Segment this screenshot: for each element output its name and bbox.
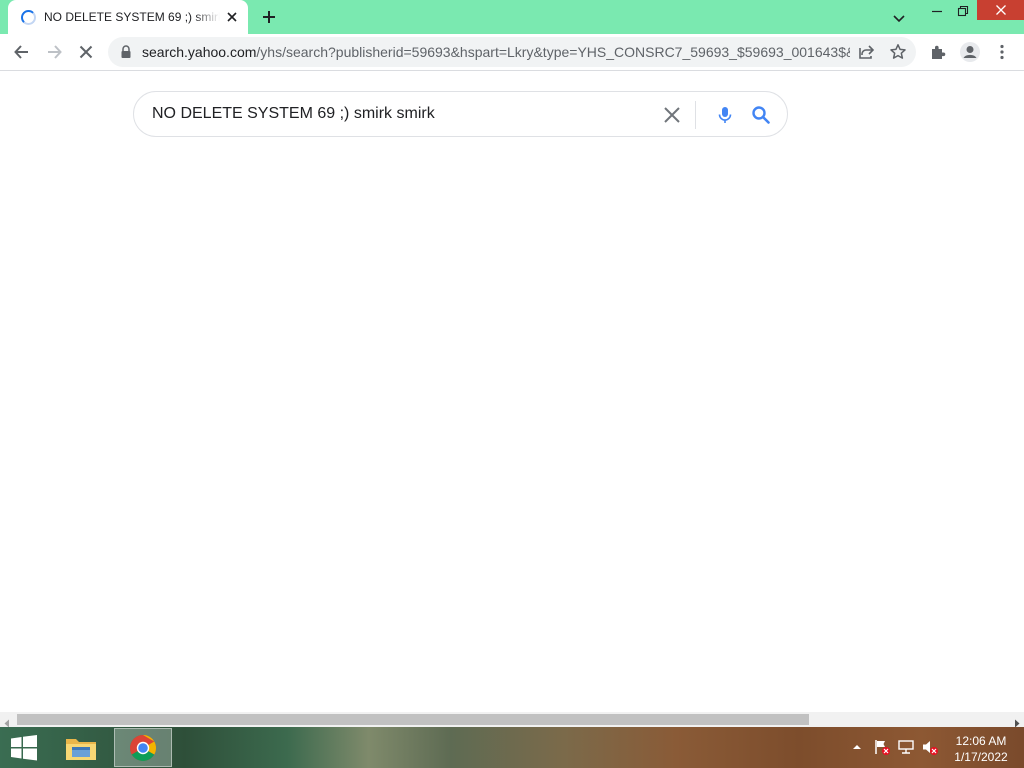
windows-logo-icon (11, 734, 37, 760)
minimize-button[interactable] (924, 0, 950, 22)
search-box-divider (695, 101, 696, 129)
search-magnifier-icon[interactable] (750, 104, 772, 126)
active-tab[interactable]: NO DELETE SYSTEM 69 ;) smirk smirk (8, 0, 248, 34)
clock-date: 1/17/2022 (954, 750, 1008, 764)
windows-taskbar: 12:06 AM 1/17/2022 (0, 727, 1024, 768)
tab-close-icon[interactable] (224, 9, 240, 25)
page-content: NO DELETE SYSTEM 69 ;) smirk smirk (0, 72, 1024, 712)
forward-arrow-icon (48, 45, 62, 59)
back-arrow-icon (14, 45, 28, 59)
menu-button[interactable] (990, 40, 1014, 64)
url-host: search.yahoo.com (142, 44, 257, 60)
back-button[interactable] (10, 40, 34, 64)
extensions-button[interactable] (926, 40, 950, 64)
lock-icon[interactable] (120, 45, 132, 59)
search-box[interactable]: NO DELETE SYSTEM 69 ;) smirk smirk (133, 91, 788, 137)
tab-title: NO DELETE SYSTEM 69 ;) smirk smirk (44, 10, 220, 24)
new-tab-button[interactable] (259, 7, 279, 27)
network-icon[interactable] (896, 737, 916, 757)
url-path: /yhs/search?publisherid=59693&hspart=Lkr… (256, 44, 850, 60)
restore-button[interactable] (950, 0, 976, 22)
close-window-button[interactable] (977, 0, 1024, 20)
avatar-icon (960, 42, 980, 62)
stop-loading-button[interactable] (74, 40, 98, 64)
action-center-flag-icon[interactable] (872, 737, 892, 757)
chrome-taskbar-button[interactable] (114, 728, 172, 767)
chrome-icon (129, 734, 157, 761)
folder-icon (66, 738, 96, 760)
kebab-menu-icon (1000, 44, 1004, 60)
search-input[interactable]: NO DELETE SYSTEM 69 ;) smirk smirk (152, 105, 435, 123)
forward-button[interactable] (42, 40, 66, 64)
bookmark-star-icon[interactable] (888, 42, 908, 62)
volume-muted-icon[interactable] (920, 737, 940, 757)
microphone-icon[interactable] (714, 104, 736, 126)
scroll-left-arrow-icon[interactable] (3, 715, 11, 728)
horizontal-scrollbar[interactable] (0, 712, 1024, 728)
file-explorer-taskbar-button[interactable] (58, 728, 104, 767)
share-icon[interactable] (856, 42, 876, 62)
clear-search-icon[interactable] (661, 104, 683, 126)
scroll-right-arrow-icon[interactable] (1013, 715, 1021, 728)
puzzle-icon (932, 45, 946, 59)
browser-toolbar: search.yahoo.com/yhs/search?publisherid=… (0, 34, 1024, 71)
start-button[interactable] (0, 728, 48, 767)
system-clock[interactable]: 12:06 AM 1/17/2022 (948, 733, 1014, 765)
url-text[interactable]: search.yahoo.com/yhs/search?publisherid=… (142, 44, 850, 60)
show-hidden-icons-icon[interactable] (847, 737, 867, 757)
profile-button[interactable] (958, 40, 982, 64)
stop-icon (79, 45, 93, 59)
address-bar[interactable]: search.yahoo.com/yhs/search?publisherid=… (108, 37, 916, 67)
tab-search-chevron-icon[interactable] (889, 8, 909, 28)
scrollbar-thumb[interactable] (17, 714, 809, 725)
loading-spinner-icon (21, 10, 36, 25)
clock-time: 12:06 AM (955, 734, 1007, 748)
browser-title-bar: NO DELETE SYSTEM 69 ;) smirk smirk (0, 0, 1024, 34)
